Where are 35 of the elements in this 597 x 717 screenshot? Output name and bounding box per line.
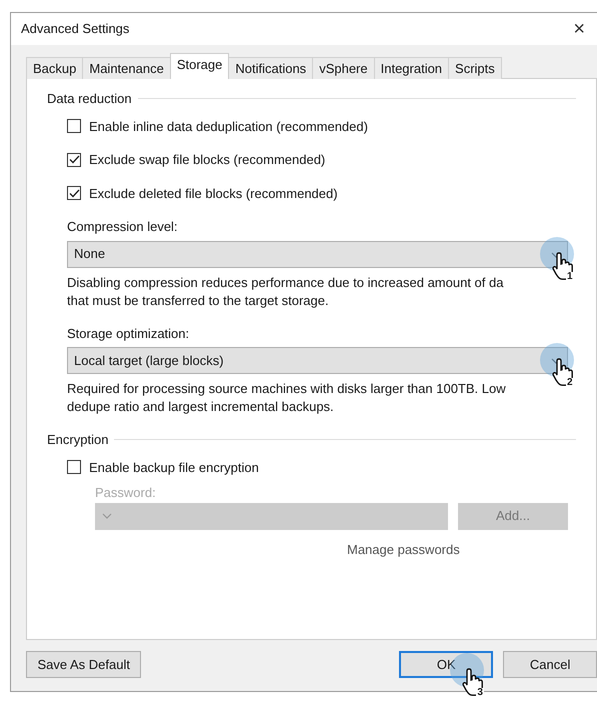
group-title: Data reduction xyxy=(47,90,132,108)
checkbox-label: Enable inline data deduplication (recommended) xyxy=(89,118,368,136)
description-text: Disabling compression reduces performance due to increased amount of da that must be transferred to the target storage. xyxy=(67,274,504,310)
description-text: Required for processing source machines with disks larger than 100TB. Low dedupe ratio and largest incremental backups. xyxy=(67,380,506,416)
tab[interactable]: Scripts xyxy=(448,57,502,79)
close-button[interactable]: × xyxy=(573,19,597,39)
checkbox[interactable] xyxy=(67,119,81,134)
tab[interactable]: Storage xyxy=(170,53,230,79)
field-label: Password: xyxy=(95,484,157,502)
field-label: Storage optimization: xyxy=(67,324,190,343)
step-number: 2 xyxy=(566,378,574,388)
tab[interactable]: Maintenance xyxy=(82,57,171,79)
tab[interactable]: Integration xyxy=(374,57,450,79)
group-title: Encryption xyxy=(47,431,108,449)
checkbox[interactable] xyxy=(67,460,81,474)
tab[interactable]: Notifications xyxy=(228,57,314,79)
dropdown[interactable]: Local target (large blocks) xyxy=(67,347,568,374)
checkbox[interactable] xyxy=(67,186,81,200)
checkbox-label: Exclude swap file blocks (recommended) xyxy=(89,151,326,169)
checkbox[interactable] xyxy=(67,152,81,167)
checkbox-label: Exclude deleted file blocks (recommended) xyxy=(89,184,338,203)
dialog-button[interactable]: Cancel xyxy=(503,651,597,678)
field-label: Compression level: xyxy=(67,218,179,236)
manage-passwords-link[interactable]: Manage passwords xyxy=(347,540,576,559)
chevron-icon xyxy=(102,513,112,519)
checkbox-label: Enable backup file encryption xyxy=(89,458,259,477)
tab[interactable]: vSphere xyxy=(312,57,375,79)
dropdown-value: None xyxy=(74,245,106,264)
tab[interactable]: Backup xyxy=(26,57,84,79)
dialog-button[interactable]: Save As Default xyxy=(26,651,142,678)
dialog-button[interactable]: OK xyxy=(399,651,494,678)
dropdown[interactable]: None xyxy=(67,240,568,268)
step-number: 3 xyxy=(476,688,484,698)
window-title: Advanced Settings xyxy=(21,20,130,38)
dropdown-value: Local target (large blocks) xyxy=(74,352,224,370)
